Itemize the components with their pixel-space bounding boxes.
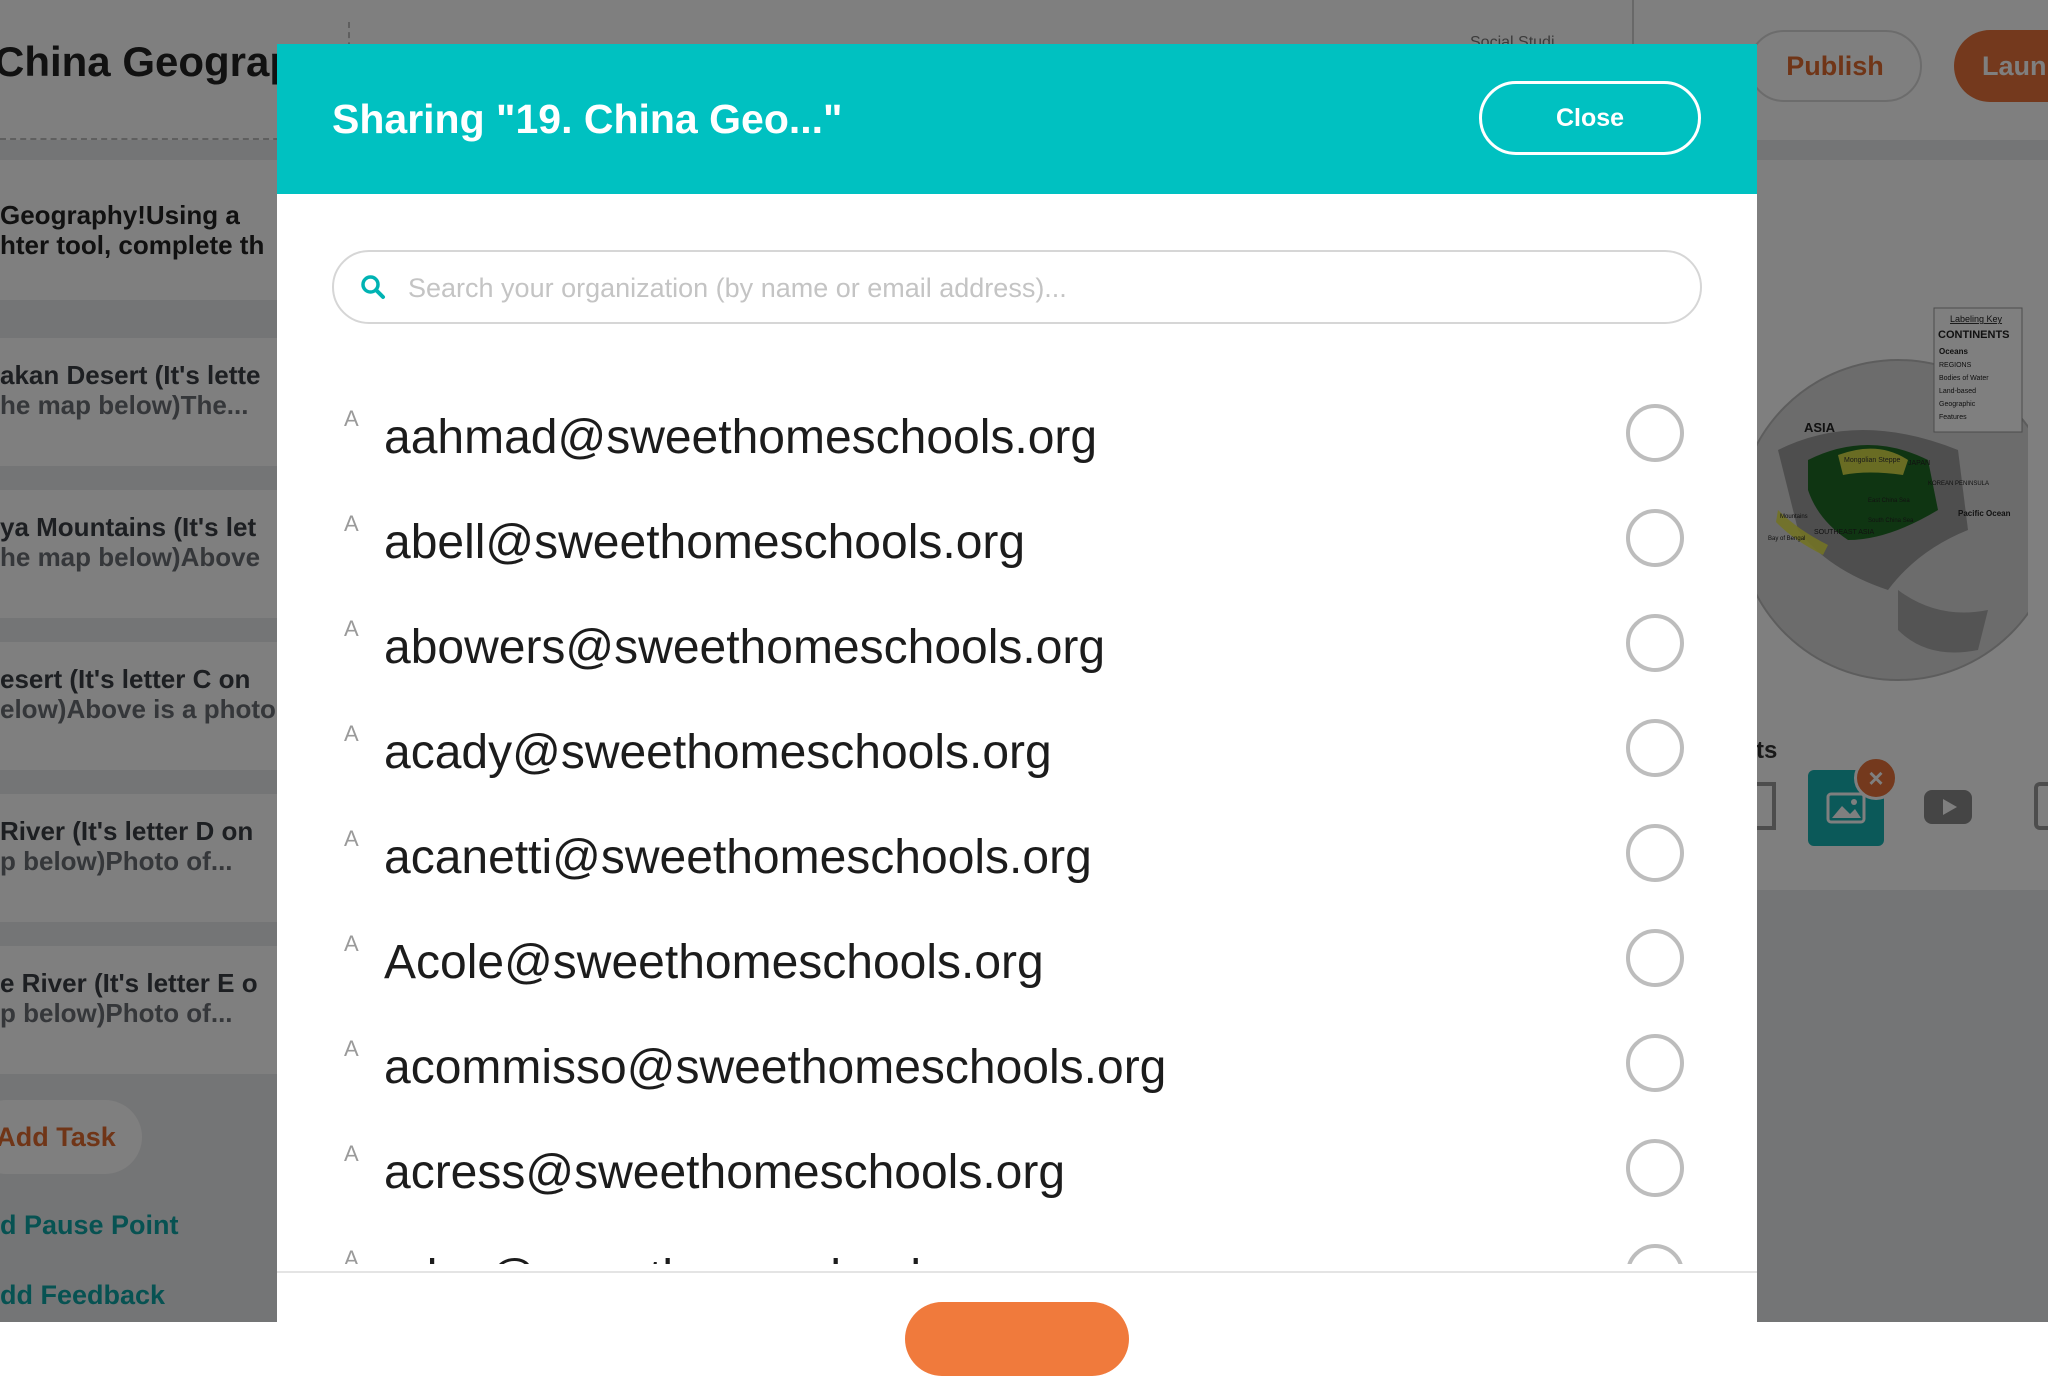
- user-email: acady@sweethomeschools.org: [384, 726, 1052, 779]
- close-button[interactable]: Close: [1479, 81, 1701, 155]
- select-radio[interactable]: [1626, 1244, 1684, 1264]
- dialog-header: Sharing "19. China Geo..." Close: [277, 44, 1757, 194]
- list-item[interactable]: A abell@sweethomeschools.org: [332, 495, 1732, 600]
- list-item[interactable]: A adec@sweethomeschools.org: [332, 1230, 1732, 1264]
- search-icon: [361, 275, 385, 299]
- select-radio[interactable]: [1626, 1034, 1684, 1092]
- user-email: acommisso@sweethomeschools.org: [384, 1041, 1167, 1094]
- user-list[interactable]: A aahmad@sweethomeschools.org A abell@sw…: [332, 344, 1732, 1264]
- list-item[interactable]: A aahmad@sweethomeschools.org: [332, 390, 1732, 495]
- user-email: aahmad@sweethomeschools.org: [384, 411, 1098, 464]
- avatar: A: [344, 406, 359, 431]
- avatar: A: [344, 1036, 359, 1061]
- select-radio[interactable]: [1626, 1139, 1684, 1197]
- avatar: A: [344, 721, 359, 746]
- list-item[interactable]: A acress@sweethomeschools.org: [332, 1125, 1732, 1230]
- list-item[interactable]: A acady@sweethomeschools.org: [332, 705, 1732, 810]
- avatar: A: [344, 931, 359, 956]
- dialog-title: Sharing "19. China Geo...": [332, 96, 843, 142]
- list-item[interactable]: A abowers@sweethomeschools.org: [332, 600, 1732, 705]
- user-email: acress@sweethomeschools.org: [384, 1146, 1066, 1199]
- avatar: A: [344, 826, 359, 851]
- list-item[interactable]: A acommisso@sweethomeschools.org: [332, 1020, 1732, 1125]
- list-item[interactable]: A acanetti@sweethomeschools.org: [332, 810, 1732, 915]
- select-radio[interactable]: [1626, 404, 1684, 462]
- select-radio[interactable]: [1626, 719, 1684, 777]
- avatar: A: [344, 1141, 359, 1166]
- user-email: abell@sweethomeschools.org: [384, 516, 1026, 569]
- share-confirm-button[interactable]: [905, 1302, 1129, 1376]
- share-dialog: Sharing "19. China Geo..." Close A aahma…: [277, 44, 1757, 1376]
- user-email: acanetti@sweethomeschools.org: [384, 831, 1092, 884]
- user-email: adec@sweethomeschools.org: [384, 1250, 1028, 1264]
- avatar: A: [344, 616, 359, 641]
- avatar: A: [344, 1246, 359, 1264]
- select-radio[interactable]: [1626, 824, 1684, 882]
- select-radio[interactable]: [1626, 929, 1684, 987]
- select-radio[interactable]: [1626, 614, 1684, 672]
- search-field[interactable]: [332, 250, 1702, 324]
- user-email: abowers@sweethomeschools.org: [384, 621, 1106, 674]
- footer-divider: [277, 1271, 1757, 1273]
- list-item[interactable]: A Acole@sweethomeschools.org: [332, 915, 1732, 1020]
- user-email: Acole@sweethomeschools.org: [384, 936, 1044, 989]
- search-input[interactable]: [406, 262, 1680, 314]
- avatar: A: [344, 511, 359, 536]
- select-radio[interactable]: [1626, 509, 1684, 567]
